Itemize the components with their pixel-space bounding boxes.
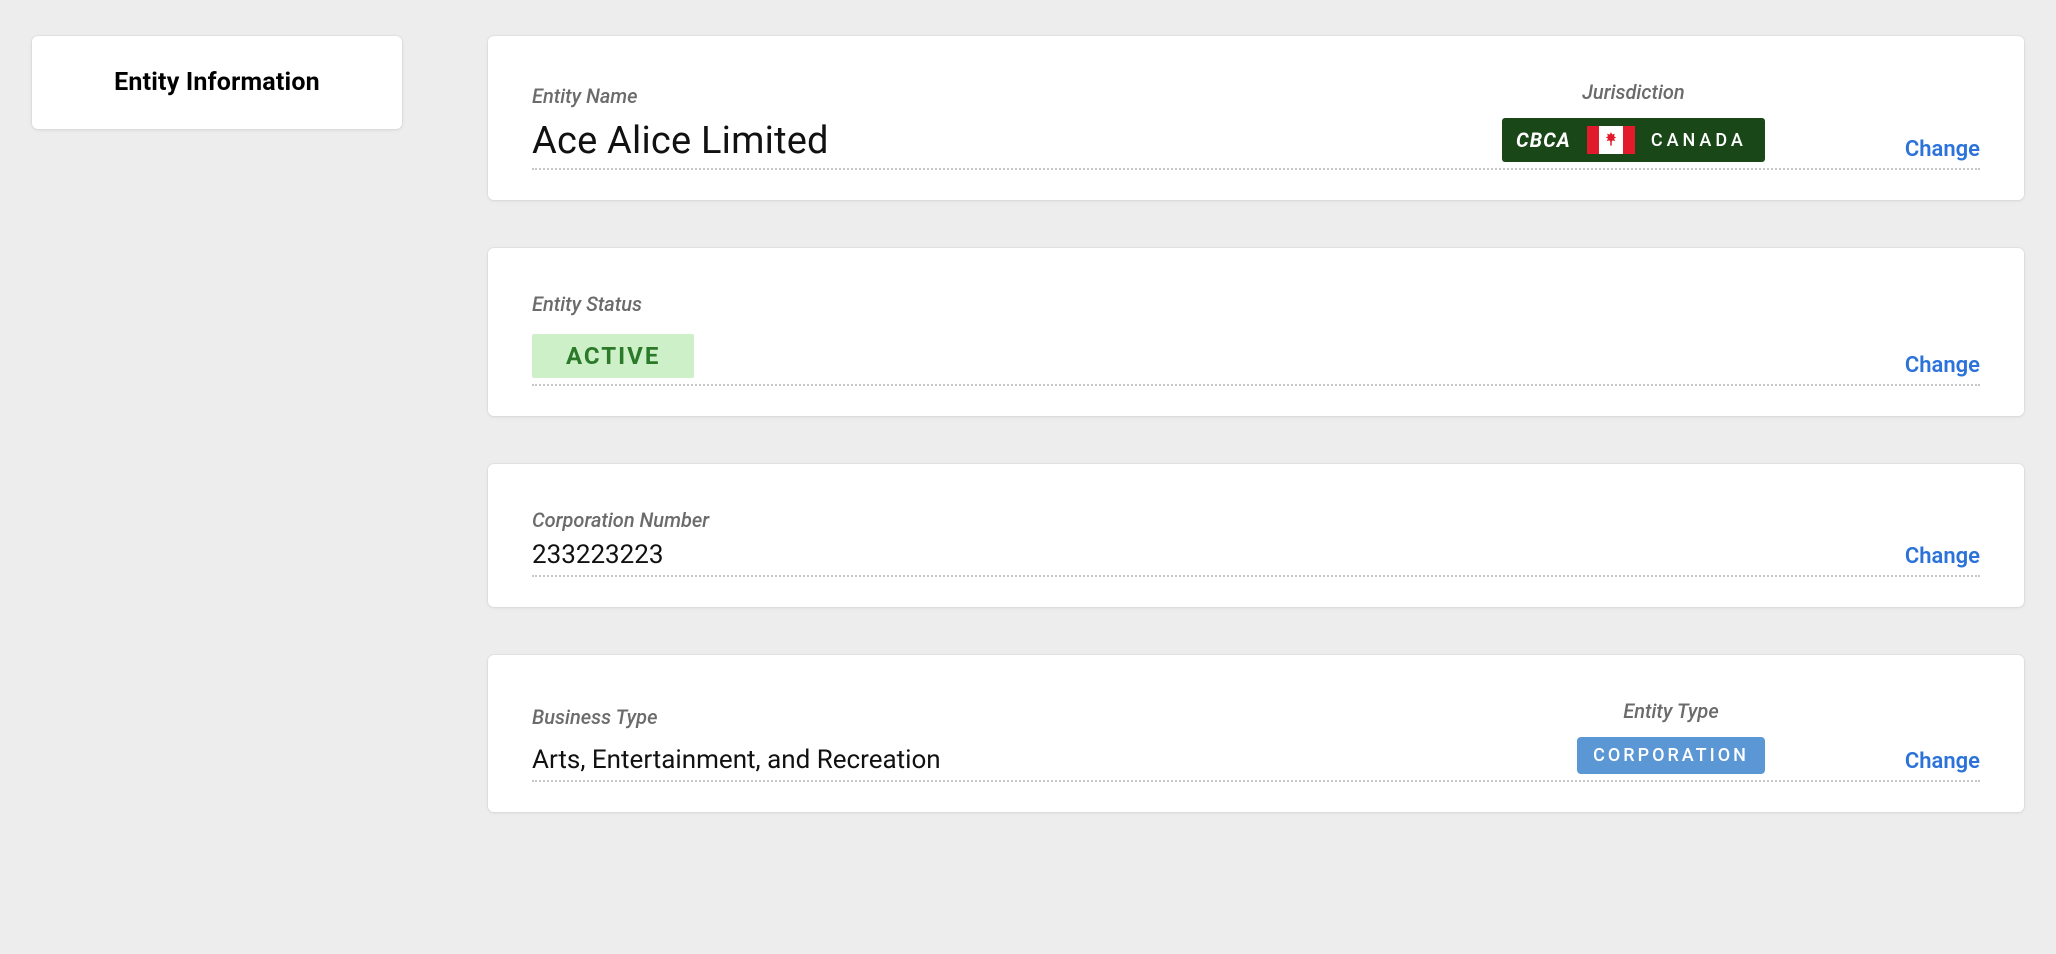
change-business-type-link[interactable]: Change xyxy=(1905,749,1980,774)
change-corp-number-link[interactable]: Change xyxy=(1905,544,1980,569)
entity-status-card: Entity Status ACTIVE Change xyxy=(488,248,2024,416)
jurisdiction-code: CBCA xyxy=(1516,128,1571,152)
entity-type-badge: CORPORATION xyxy=(1577,737,1765,774)
entity-type-label: Entity Type xyxy=(1623,699,1718,723)
entity-status-field: Entity Status ACTIVE xyxy=(532,292,694,378)
status-badge: ACTIVE xyxy=(532,334,694,378)
change-status-link[interactable]: Change xyxy=(1905,353,1980,378)
corporation-number-field: Corporation Number 233223223 xyxy=(532,508,709,569)
corporation-number-value: 233223223 xyxy=(532,542,709,569)
entity-status-label: Entity Status xyxy=(532,292,694,316)
corporation-number-label: Corporation Number xyxy=(532,508,709,532)
sidebar: Entity Information xyxy=(32,36,402,812)
jurisdiction-country: CANADA xyxy=(1651,130,1747,151)
jurisdiction-label: Jurisdiction xyxy=(1582,80,1685,104)
business-type-field: Business Type Arts, Entertainment, and R… xyxy=(532,705,941,774)
entity-name-label: Entity Name xyxy=(532,84,829,108)
entity-type-field: Entity Type CORPORATION xyxy=(1577,699,1765,774)
sidebar-card: Entity Information xyxy=(32,36,402,129)
business-type-value: Arts, Entertainment, and Recreation xyxy=(532,747,941,774)
main-content: Entity Name Ace Alice Limited Jurisdicti… xyxy=(488,36,2024,812)
business-type-card: Business Type Arts, Entertainment, and R… xyxy=(488,655,2024,812)
business-type-label: Business Type xyxy=(532,705,941,729)
entity-name-value: Ace Alice Limited xyxy=(532,122,829,162)
jurisdiction-pill: CBCA CANADA xyxy=(1502,118,1765,162)
jurisdiction-field: Jurisdiction CBCA CANADA xyxy=(1502,80,1765,162)
sidebar-title: Entity Information xyxy=(42,68,392,97)
canada-flag-icon xyxy=(1587,126,1635,154)
entity-name-field: Entity Name Ace Alice Limited xyxy=(532,84,829,162)
change-entity-name-link[interactable]: Change xyxy=(1905,137,1980,162)
corporation-number-card: Corporation Number 233223223 Change xyxy=(488,464,2024,607)
entity-name-card: Entity Name Ace Alice Limited Jurisdicti… xyxy=(488,36,2024,200)
